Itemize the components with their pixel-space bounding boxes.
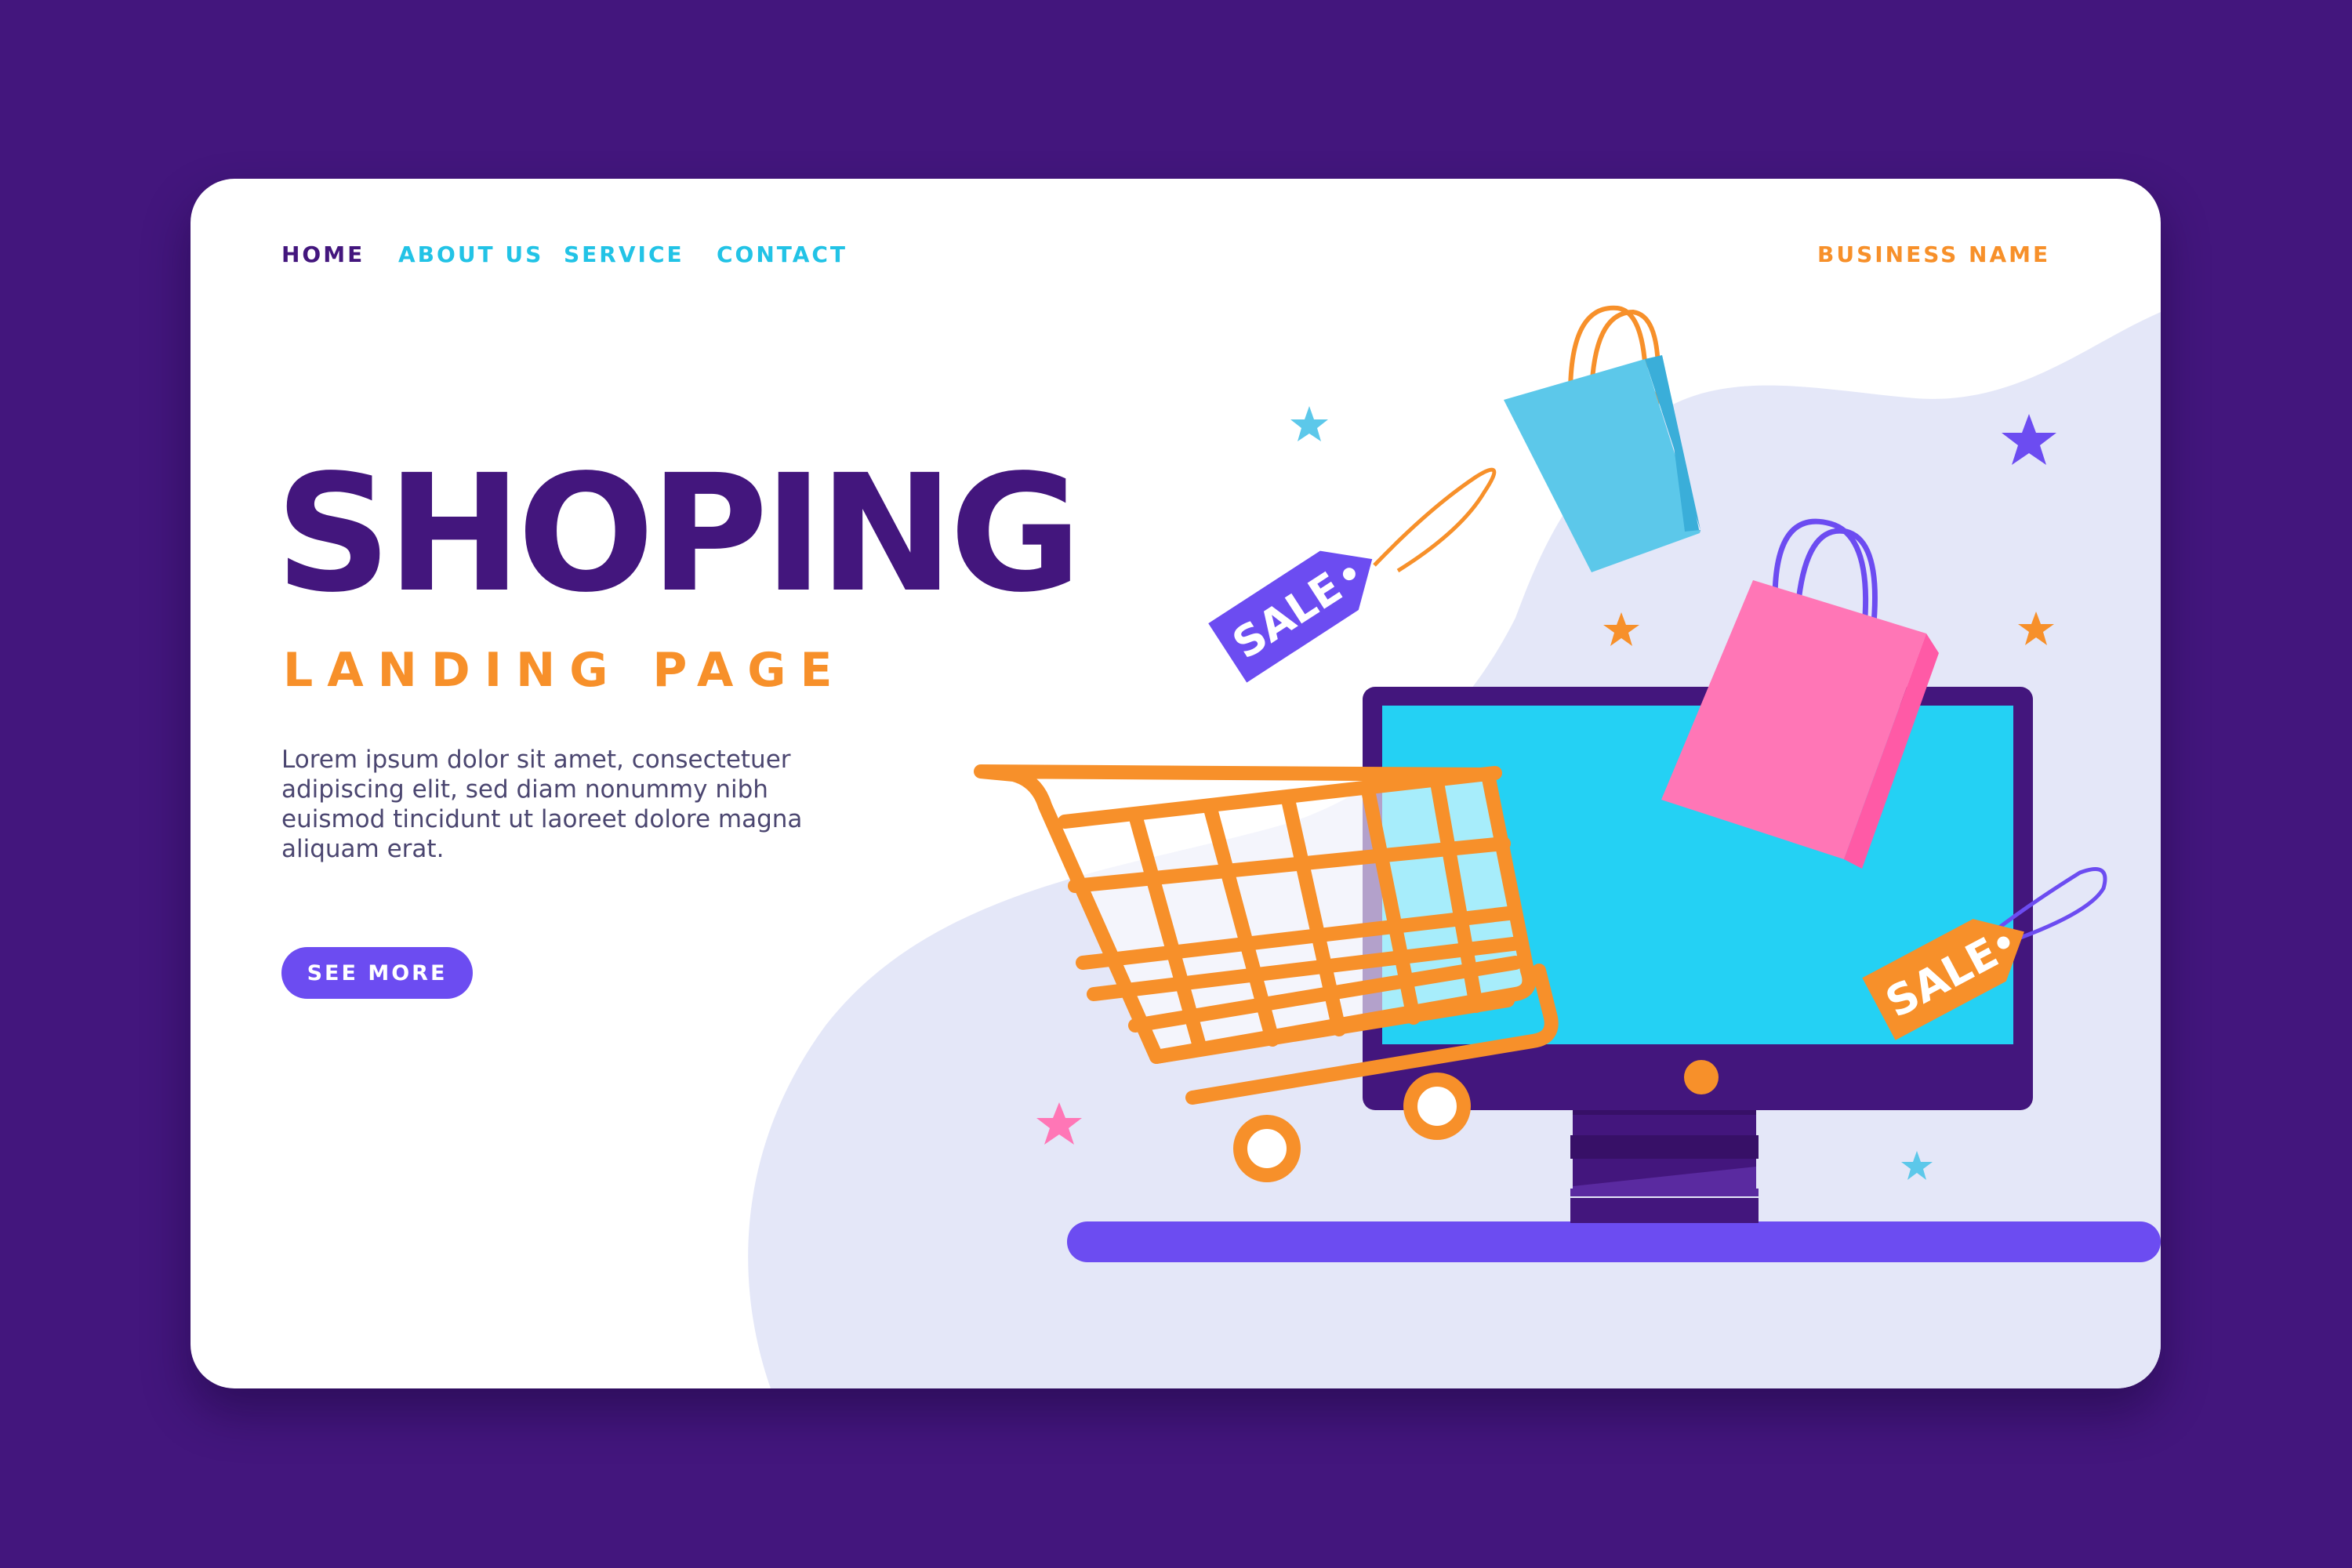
floor-bar bbox=[1067, 1221, 2161, 1262]
landing-card: HOME ABOUT US SERVICE CONTACT BUSINESS N… bbox=[191, 179, 2161, 1388]
shopping-cart-icon bbox=[974, 764, 1559, 1182]
star-icon bbox=[1290, 406, 1328, 441]
shopping-bag-icon bbox=[1504, 305, 1700, 572]
star-icon bbox=[1603, 612, 1639, 646]
shopping-illustration: SALE SALE bbox=[974, 305, 2161, 1262]
star-icon bbox=[1901, 1151, 1933, 1180]
star-icon bbox=[2018, 612, 2054, 645]
sale-tag-icon: SALE bbox=[1208, 467, 1497, 683]
star-icon bbox=[2002, 414, 2056, 465]
star-icon bbox=[1036, 1102, 1082, 1145]
